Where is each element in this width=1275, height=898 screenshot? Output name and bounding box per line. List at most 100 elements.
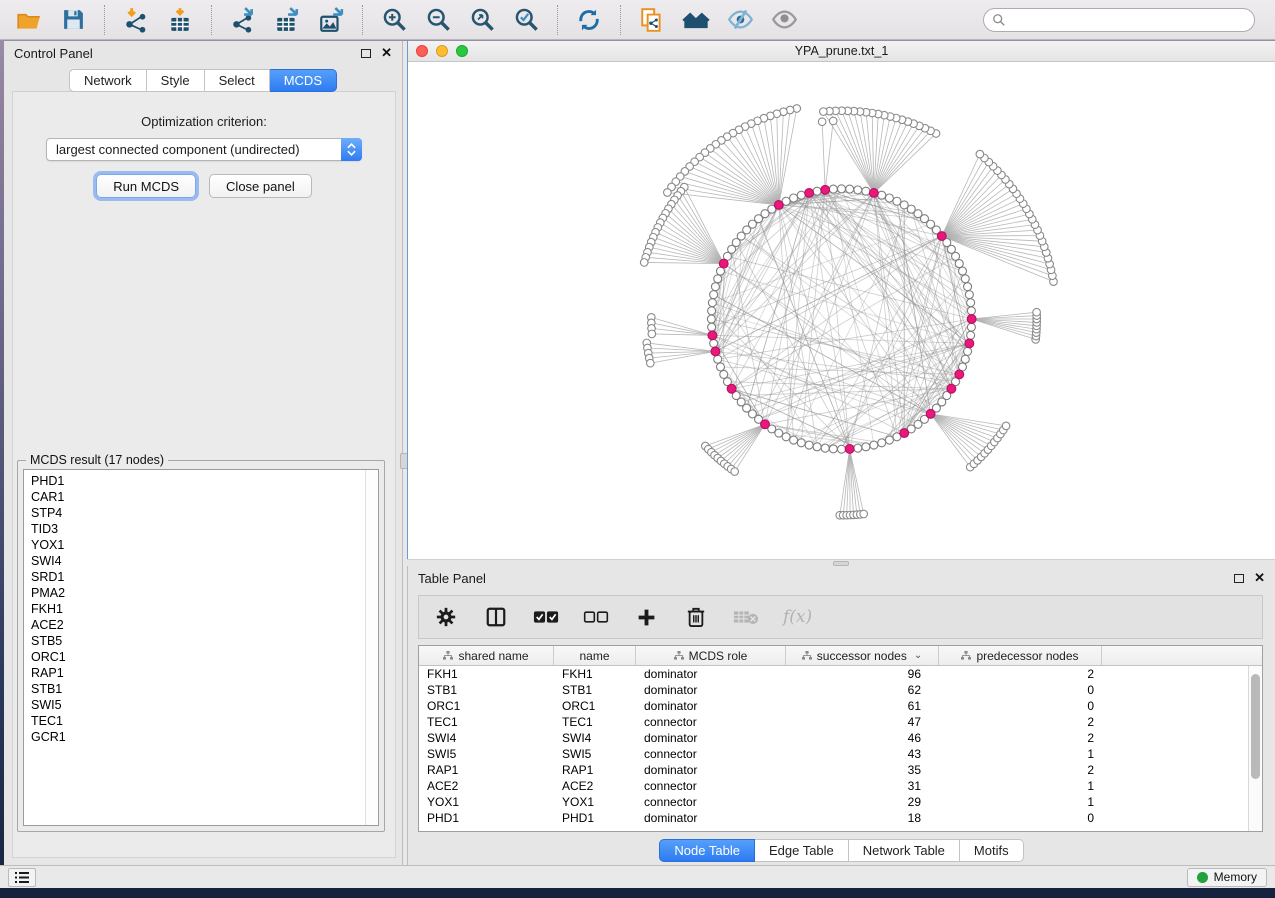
add-column-button[interactable] (633, 604, 659, 630)
mcds-result-item[interactable]: ACE2 (31, 617, 365, 633)
column-header-MCDS-role[interactable]: MCDS role (636, 646, 786, 665)
select-all-rows-button[interactable] (533, 604, 559, 630)
mcds-result-item[interactable]: STB5 (31, 633, 365, 649)
network-graph[interactable] (408, 62, 1275, 559)
table-row[interactable]: SWI4SWI4dominator462 (419, 730, 1262, 746)
zoom-in-button[interactable] (375, 4, 413, 36)
function-builder-button[interactable]: f(x) (783, 607, 812, 627)
graph-dominator-node (761, 420, 770, 429)
apply-layout-button[interactable] (570, 4, 608, 36)
first-neighbors-button[interactable] (677, 4, 715, 36)
deselect-all-rows-button[interactable] (583, 604, 609, 630)
mcds-result-item[interactable]: SRD1 (31, 569, 365, 585)
graph-node (716, 363, 724, 371)
open-file-button[interactable] (10, 4, 48, 36)
close-panel-icon[interactable]: ✕ (1254, 573, 1265, 583)
table-cell: RAP1 (419, 763, 554, 777)
mcds-result-item[interactable]: STP4 (31, 505, 365, 521)
trash-icon (686, 606, 706, 628)
table-row[interactable]: STB1STB1dominator620 (419, 682, 1262, 698)
mcds-result-item[interactable]: PHD1 (31, 473, 365, 489)
splitter-handle[interactable] (833, 561, 849, 566)
tab-network[interactable]: Network (69, 69, 147, 92)
mcds-result-list[interactable]: PHD1CAR1STP4TID3YOX1SWI4SRD1PMA2FKH1ACE2… (23, 469, 379, 826)
graph-node (846, 185, 854, 193)
hide-selected-button[interactable] (721, 4, 759, 36)
table-cell: STB1 (554, 683, 636, 697)
tab-mcds[interactable]: MCDS (270, 69, 337, 92)
scrollbar-thumb[interactable] (1251, 674, 1260, 779)
tab-style[interactable]: Style (147, 69, 205, 92)
column-header-predecessor-nodes[interactable]: predecessor nodes (939, 646, 1102, 665)
table-scrollbar[interactable] (1248, 666, 1262, 831)
network-window: YPA_prune.txt_1 (407, 41, 1275, 559)
table-row[interactable]: ACE2ACE2connector311 (419, 778, 1262, 794)
tab-edge-table[interactable]: Edge Table (755, 839, 849, 862)
tab-node-table[interactable]: Node Table (659, 839, 755, 862)
tab-select[interactable]: Select (205, 69, 270, 92)
graph-leaf-node (648, 330, 656, 338)
mcds-result-item[interactable]: SWI4 (31, 553, 365, 569)
table-row[interactable]: RAP1RAP1dominator352 (419, 762, 1262, 778)
close-panel-icon[interactable]: ✕ (381, 48, 392, 58)
import-network-button[interactable] (117, 4, 155, 36)
export-image-button[interactable] (312, 4, 350, 36)
delete-table-button[interactable] (733, 604, 759, 630)
optimization-criterion-select[interactable]: largest connected component (undirected) (46, 138, 362, 161)
mcds-result-item[interactable]: PMA2 (31, 585, 365, 601)
mcds-result-item[interactable]: CAR1 (31, 489, 365, 505)
network-canvas[interactable] (408, 62, 1275, 559)
table-row[interactable]: FKH1FKH1dominator962 (419, 666, 1262, 682)
mcds-result-item[interactable]: GCR1 (31, 729, 365, 745)
close-panel-button[interactable]: Close panel (209, 174, 312, 198)
graph-node (967, 299, 975, 307)
column-header-successor-nodes[interactable]: successor nodes⌄ (786, 646, 939, 665)
tab-network-table[interactable]: Network Table (849, 839, 960, 862)
show-all-button[interactable] (765, 4, 803, 36)
export-table-button[interactable] (268, 4, 306, 36)
mcds-result-item[interactable]: SWI5 (31, 697, 365, 713)
save-session-button[interactable] (54, 4, 92, 36)
mcds-result-item[interactable]: STB1 (31, 681, 365, 697)
mcds-result-item[interactable]: TEC1 (31, 713, 365, 729)
settings-gear-button[interactable] (433, 604, 459, 630)
tab-motifs[interactable]: Motifs (960, 839, 1024, 862)
zoom-selected-button[interactable] (507, 4, 545, 36)
toggle-columns-button[interactable] (483, 604, 509, 630)
search-input[interactable] (1011, 13, 1246, 27)
zoom-in-icon (381, 6, 408, 33)
mcds-result-item[interactable]: TID3 (31, 521, 365, 537)
memory-button[interactable]: Memory (1187, 868, 1267, 887)
table-row[interactable]: ORC1ORC1dominator610 (419, 698, 1262, 714)
task-history-button[interactable] (8, 868, 36, 887)
duplicate-network-button[interactable] (633, 4, 671, 36)
table-cell: ACE2 (554, 779, 636, 793)
table-row[interactable]: SWI5SWI5connector431 (419, 746, 1262, 762)
table-cell: 2 (939, 731, 1102, 745)
mcds-result-item[interactable]: RAP1 (31, 665, 365, 681)
export-network-button[interactable] (224, 4, 262, 36)
mcds-result-item[interactable]: ORC1 (31, 649, 365, 665)
column-header-shared-name[interactable]: shared name (419, 646, 554, 665)
table-row[interactable]: PHD1PHD1dominator180 (419, 810, 1262, 826)
run-mcds-button[interactable]: Run MCDS (96, 174, 196, 198)
graph-leaf-node (1033, 308, 1041, 316)
float-panel-icon[interactable] (361, 49, 371, 58)
result-list-scrollbar[interactable] (365, 470, 378, 825)
column-header-name[interactable]: name (554, 646, 636, 665)
horizontal-splitter[interactable] (407, 559, 1275, 566)
search-box[interactable] (983, 8, 1255, 32)
zoom-out-button[interactable] (419, 4, 457, 36)
table-row[interactable]: TEC1TEC1connector472 (419, 714, 1262, 730)
float-panel-icon[interactable] (1234, 574, 1244, 583)
mcds-result-item[interactable]: FKH1 (31, 601, 365, 617)
graph-node (961, 275, 969, 283)
delete-column-button[interactable] (683, 604, 709, 630)
zoom-out-icon (425, 6, 452, 33)
network-window-titlebar[interactable]: YPA_prune.txt_1 (408, 41, 1275, 62)
import-table-button[interactable] (161, 4, 199, 36)
mcds-result-item[interactable]: YOX1 (31, 537, 365, 553)
zoom-fit-button[interactable] (463, 4, 501, 36)
table-cell: dominator (636, 731, 786, 745)
table-row[interactable]: YOX1YOX1connector291 (419, 794, 1262, 810)
